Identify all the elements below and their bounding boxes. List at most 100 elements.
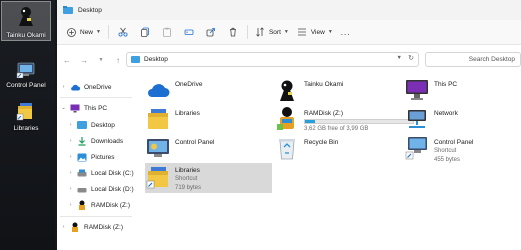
paste-icon: [163, 27, 171, 37]
shortcut-item[interactable]: Libraries Shortcut 719 bytes: [145, 163, 272, 193]
file-item[interactable]: This PC: [404, 77, 519, 104]
sidebar-item-this-pc[interactable]: ⌄ This PC: [59, 101, 107, 115]
cut-button[interactable]: [112, 23, 134, 41]
sort-label: Sort: [268, 28, 281, 36]
file-list: OneDrive Tainku Okami This PC Libraries …: [141, 72, 521, 250]
pc-icon: [404, 77, 430, 103]
shortcut-item[interactable]: Control Panel Shortcut 455 bytes: [404, 135, 519, 163]
address-bar[interactable]: Desktop ▼ ↻: [126, 52, 419, 67]
trash-icon: [229, 27, 236, 37]
desktop-item-label: Libraries: [13, 125, 39, 132]
recycle-bin-icon: [274, 135, 300, 161]
sidebar-divider: [60, 216, 132, 217]
rename-button[interactable]: [178, 23, 200, 41]
more-options-label: ...: [340, 27, 351, 37]
file-size: 455 bytes: [434, 157, 461, 163]
share-button[interactable]: [200, 23, 222, 41]
paste-button[interactable]: [156, 23, 178, 41]
cloud-icon: [70, 82, 80, 92]
more-options-button[interactable]: ...: [337, 23, 355, 41]
control-panel-icon: [16, 62, 35, 79]
drive-item[interactable]: RAMDisk (Z:) 3,62 GB free of 3,99 GB: [274, 106, 414, 133]
desktop-folder-icon: [77, 120, 87, 130]
control-panel-icon: [145, 135, 171, 161]
desktop-folder-icon: [131, 56, 140, 63]
up-button[interactable]: ↑: [111, 53, 125, 67]
file-item[interactable]: Network: [404, 106, 519, 133]
drive-usage-bar: [304, 119, 414, 124]
sidebar-item-pictures[interactable]: › Pictures: [66, 150, 114, 164]
sidebar-item-ramdisk-z-root[interactable]: › RAMDisk (Z:): [59, 220, 123, 234]
recent-locations-button[interactable]: ▼: [94, 53, 108, 67]
chevron-down-icon: ▼: [283, 29, 289, 35]
desktop: Tainku Okami Control Panel Libraries: [0, 0, 55, 250]
chevron-right-icon[interactable]: ›: [59, 224, 68, 230]
file-name: OneDrive: [175, 81, 203, 88]
sidebar-item-desktop[interactable]: › Desktop: [66, 118, 115, 132]
file-name: Libraries: [175, 167, 200, 174]
sidebar-item-downloads[interactable]: › Downloads: [66, 134, 123, 148]
sidebar-item-local-disk-c[interactable]: › Local Disk (C:): [66, 166, 134, 180]
refresh-icon[interactable]: ↻: [408, 54, 414, 62]
sidebar-item-label: This PC: [84, 104, 108, 112]
desktop-item-label: Tainku Okami: [6, 32, 46, 39]
file-type: Shortcut: [434, 148, 457, 154]
file-name: Tainku Okami: [304, 81, 344, 88]
view-icon: [297, 28, 306, 36]
cloud-icon: [145, 77, 171, 103]
plus-circle-icon: [67, 27, 76, 37]
libraries-icon: [145, 106, 171, 132]
view-button[interactable]: View ▼: [293, 23, 337, 41]
folder-icon: [63, 6, 73, 14]
new-button[interactable]: New ▼: [63, 23, 105, 41]
chevron-right-icon[interactable]: ›: [59, 84, 68, 90]
sidebar-item-label: RAMDisk (Z:): [91, 201, 130, 209]
chevron-down-icon[interactable]: ▼: [397, 55, 402, 61]
chevron-right-icon[interactable]: ›: [66, 202, 75, 208]
drive-icon: [77, 168, 87, 178]
chevron-right-icon[interactable]: ›: [66, 186, 75, 192]
back-button[interactable]: ←: [60, 53, 74, 67]
copy-button[interactable]: [134, 23, 156, 41]
scissors-icon: [118, 27, 128, 37]
file-name: Control Panel: [434, 139, 474, 146]
chevron-down-icon: ▼: [98, 57, 104, 63]
toolbar-separator: [107, 25, 109, 39]
chevron-down-icon[interactable]: ⌄: [59, 105, 68, 111]
file-item[interactable]: Tainku Okami: [274, 77, 399, 104]
sidebar-divider: [60, 97, 132, 98]
copy-icon: [141, 27, 149, 37]
desktop-item-control-panel[interactable]: Control Panel: [1, 62, 51, 92]
sidebar-item-onedrive[interactable]: › OneDrive: [59, 80, 112, 94]
sidebar-item-label: OneDrive: [84, 83, 112, 91]
view-label: View: [310, 28, 325, 36]
file-item[interactable]: OneDrive: [145, 77, 265, 104]
new-label: New: [80, 28, 94, 36]
sidebar-item-local-disk-d[interactable]: › Local Disk (D:): [66, 182, 134, 196]
delete-button[interactable]: [222, 23, 244, 41]
chevron-right-icon[interactable]: ›: [66, 122, 75, 128]
downloads-icon: [77, 136, 87, 146]
file-item[interactable]: Libraries: [145, 106, 265, 133]
desktop-item-user-folder[interactable]: Tainku Okami: [1, 1, 51, 41]
file-item[interactable]: Recycle Bin: [274, 135, 399, 162]
desktop-item-libraries[interactable]: Libraries: [1, 101, 51, 137]
address-bar-row: ← → ▼ ↑ Desktop ▼ ↻ Search Desktop: [57, 51, 521, 69]
file-item[interactable]: Control Panel: [145, 135, 265, 162]
chevron-right-icon[interactable]: ›: [66, 154, 75, 160]
drive-icon: [77, 184, 87, 194]
drive-usage-fill: [305, 120, 315, 123]
window-title: Desktop: [78, 6, 102, 14]
arrow-right-icon: →: [80, 55, 88, 65]
chevron-right-icon[interactable]: ›: [66, 138, 75, 144]
address-path: Desktop: [144, 56, 168, 63]
sort-button[interactable]: Sort ▼: [251, 23, 293, 41]
ramdisk-icon: [70, 222, 80, 232]
sidebar-item-ramdisk-z[interactable]: › RAMDisk (Z:): [66, 198, 130, 212]
chevron-right-icon[interactable]: ›: [66, 170, 75, 176]
file-type: Shortcut: [175, 176, 198, 182]
forward-button[interactable]: →: [77, 53, 91, 67]
search-input[interactable]: Search Desktop: [425, 52, 521, 67]
drive-name: RAMDisk (Z:): [304, 110, 343, 117]
file-size: 719 bytes: [175, 185, 202, 191]
